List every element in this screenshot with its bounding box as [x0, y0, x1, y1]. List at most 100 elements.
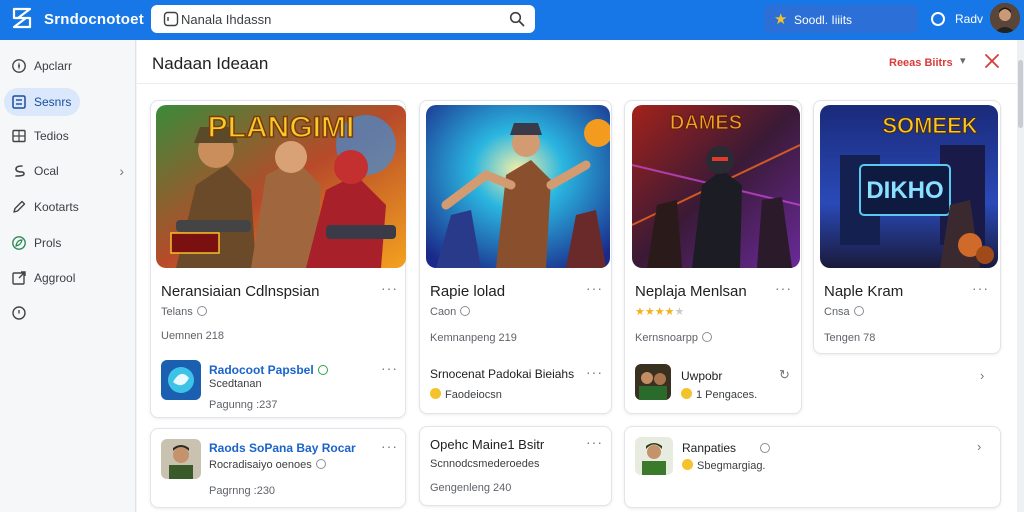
- game-subtitle: Caon: [430, 306, 471, 318]
- game-title: Naple Kram: [824, 283, 904, 300]
- game-thumbnail[interactable]: [426, 105, 610, 268]
- developer-name[interactable]: Opehc Maine1 Bsitr: [430, 437, 544, 452]
- sidebar-item-approval[interactable]: Aggrool: [4, 264, 128, 292]
- more-options-icon[interactable]: ···: [381, 438, 398, 454]
- developer-thumbnail[interactable]: [161, 439, 201, 479]
- chevron-right-icon[interactable]: ›: [980, 368, 984, 383]
- chevron-right-icon[interactable]: ›: [977, 439, 981, 454]
- game-subtitle: Cnsa: [824, 306, 864, 318]
- sidebar-item-label: Kootarts: [34, 200, 79, 214]
- compass-icon: [12, 59, 26, 73]
- verified-icon: [196, 306, 207, 316]
- close-icon[interactable]: [983, 52, 1001, 70]
- developer-subtitle: 1 Pengaces.: [681, 388, 757, 401]
- pencil-icon: [13, 200, 26, 213]
- developer-card[interactable]: Opehc Maine1 Bsitr ··· Scnnodcsmederoede…: [419, 426, 612, 506]
- developer-name[interactable]: Srnocenat Padokai Bieiahs: [430, 367, 574, 381]
- more-options-icon[interactable]: ···: [586, 434, 603, 450]
- sidebar-item-games[interactable]: Sesnrs: [4, 88, 80, 116]
- search-bar[interactable]: [151, 5, 535, 33]
- developer-name[interactable]: Uwpobr: [681, 369, 722, 383]
- game-meta: Kemnanpeng 219: [430, 332, 517, 344]
- verified-icon: [317, 365, 328, 375]
- user-name[interactable]: Radv: [955, 12, 983, 26]
- thumbnail-logo-text: DAMES: [670, 112, 742, 134]
- developer-meta: Gengenleng 240: [430, 482, 512, 494]
- sort-dropdown[interactable]: Reeas Biitrs: [889, 57, 953, 69]
- points-label: Soodl. Iiiits: [794, 13, 853, 27]
- chevron-down-icon[interactable]: ▾: [960, 54, 966, 67]
- app-title: Srndocnotoet: [44, 11, 144, 28]
- more-options-icon[interactable]: ···: [381, 360, 398, 376]
- grid-icon: [12, 95, 26, 109]
- emoji-icon: [430, 388, 441, 399]
- game-thumbnail[interactable]: PLANGIMI: [156, 105, 406, 268]
- sidebar-item-creators[interactable]: Kootarts: [4, 193, 128, 221]
- scrollbar-thumb[interactable]: [1018, 60, 1023, 128]
- leaf-icon: [12, 236, 26, 250]
- app-logo-icon[interactable]: [10, 6, 34, 30]
- link-icon: [15, 165, 25, 177]
- game-meta: Kernsnoarpp: [635, 332, 712, 344]
- chevron-right-icon: ›: [119, 163, 124, 179]
- game-thumbnail[interactable]: DIKHO SOMEEK: [820, 105, 998, 268]
- developer-name[interactable]: Ranpaties: [682, 441, 771, 455]
- more-options-icon[interactable]: ···: [775, 280, 792, 296]
- chevron-right-icon[interactable]: ↻: [779, 367, 790, 383]
- sidebar-item-label: Sesnrs: [34, 95, 72, 109]
- game-thumbnail[interactable]: DAMES: [632, 105, 800, 268]
- search-icon[interactable]: [509, 11, 525, 27]
- developer-subtitle: Scedtanan: [209, 378, 262, 390]
- verified-icon: [702, 332, 712, 342]
- game-meta: Tengen 78: [824, 332, 876, 344]
- sidebar-item-label: Tedios: [34, 129, 69, 143]
- clock-icon: [12, 306, 26, 320]
- sidebar: Apclarr Sesnrs Tedios Ocal › Kootarts Pr…: [0, 40, 136, 512]
- game-title: Neransiaian Cdlnspsian: [161, 283, 320, 300]
- search-outline-icon: [163, 11, 179, 27]
- game-title: Rapie lolad: [430, 283, 506, 300]
- user-avatar[interactable]: [990, 3, 1020, 33]
- more-options-icon[interactable]: ···: [586, 280, 603, 296]
- developer-name[interactable]: Raods SoPana Bay Rocar: [209, 441, 356, 455]
- developer-thumbnail[interactable]: [635, 364, 671, 400]
- developer-thumbnail[interactable]: [635, 437, 673, 475]
- sidebar-item-label: Apclarr: [34, 59, 73, 73]
- developer-card[interactable]: Raods SoPana Bay Rocar ··· Rocradisaiyo …: [150, 428, 406, 508]
- profile-ring-icon[interactable]: [930, 11, 946, 27]
- more-options-icon[interactable]: ···: [972, 280, 989, 296]
- game-title: Neplaja Menlsan: [635, 283, 747, 300]
- game-card[interactable]: DAMES Neplaja Menlsan ··· ★★★★★ Kernsnoa…: [624, 100, 802, 414]
- game-meta: Uemnen 218: [161, 330, 224, 342]
- developer-name[interactable]: Radocoot Papsbel: [209, 363, 328, 377]
- star-icon: ★: [774, 11, 788, 28]
- more-options-icon[interactable]: ···: [586, 364, 603, 380]
- points-button[interactable]: ★ Soodl. Iiiits: [764, 5, 918, 33]
- sidebar-item-label: Aggrool: [34, 271, 76, 285]
- thumbnail-logo-text: SOMEEK: [882, 113, 977, 138]
- game-card[interactable]: Rapie lolad ··· Caon Kemnanpeng 219 Srno…: [419, 100, 612, 414]
- game-card[interactable]: DIKHO SOMEEK Naple Kram ··· Cnsa Tengen …: [813, 100, 1001, 354]
- sidebar-item-label: Ocal: [34, 164, 59, 178]
- library-icon: [12, 129, 26, 143]
- developer-meta: Pagrnng :230: [209, 485, 276, 497]
- external-link-icon: [12, 271, 26, 285]
- developer-subtitle: Rocradisaiyo oenoes: [209, 459, 326, 471]
- developer-card[interactable]: Ranpaties Sbegmargiag. ›: [624, 426, 1001, 508]
- sidebar-item-profile[interactable]: Prols: [4, 229, 128, 257]
- sidebar-item-history[interactable]: [4, 299, 128, 327]
- sidebar-item-library[interactable]: Tedios: [4, 122, 128, 150]
- main-header: Nadaan Ideaan Reeas Biitrs ▾: [137, 40, 1017, 84]
- sidebar-item-social[interactable]: Ocal ›: [4, 157, 128, 185]
- game-subtitle: Telans: [161, 306, 207, 318]
- search-input[interactable]: [181, 9, 481, 29]
- game-card[interactable]: PLANGIMI Neransiaian Cdlnspsian ··· Tela…: [150, 100, 406, 418]
- developer-subtitle: Faodeiocsn: [430, 388, 502, 401]
- more-options-icon[interactable]: ···: [381, 280, 398, 296]
- developer-subtitle: Scnnodcsmederoedes: [430, 458, 540, 470]
- developer-thumbnail[interactable]: [161, 360, 201, 400]
- developer-subtitle: Sbegmargiag.: [682, 459, 766, 472]
- svg-text:DIKHO: DIKHO: [866, 177, 943, 204]
- sidebar-item-apps[interactable]: Apclarr: [4, 52, 128, 80]
- emoji-icon: [682, 459, 693, 470]
